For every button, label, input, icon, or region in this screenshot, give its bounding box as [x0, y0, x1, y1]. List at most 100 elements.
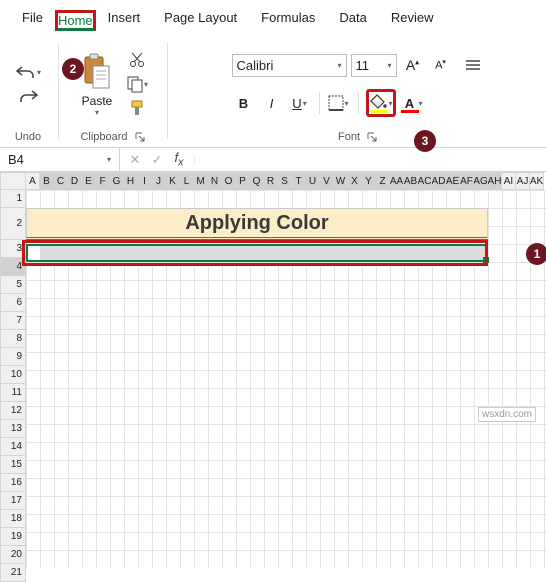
col-header[interactable]: B: [40, 172, 54, 190]
col-header[interactable]: F: [96, 172, 110, 190]
col-header[interactable]: J: [152, 172, 166, 190]
font-size-select[interactable]: 11▾: [351, 54, 397, 77]
col-header[interactable]: G: [110, 172, 124, 190]
bold-button[interactable]: B: [232, 89, 256, 117]
row-header[interactable]: 14: [0, 438, 26, 456]
ribbon: ▾ Undo Paste ▾: [0, 31, 546, 148]
spreadsheet-grid[interactable]: ABCDEFGHIJKLMNOPQRSTUVWXYZAAABACADAEAFAG…: [0, 172, 546, 582]
increase-font-button[interactable]: A▴: [401, 51, 425, 79]
row-header[interactable]: 7: [0, 312, 26, 330]
italic-button[interactable]: I: [260, 89, 284, 117]
row-header[interactable]: 1: [0, 190, 26, 208]
col-header[interactable]: Y: [362, 172, 376, 190]
underline-button[interactable]: U▾: [288, 89, 312, 117]
copy-button[interactable]: ▾: [123, 73, 151, 95]
col-header[interactable]: V: [320, 172, 334, 190]
col-header[interactable]: I: [138, 172, 152, 190]
col-header[interactable]: Q: [250, 172, 264, 190]
redo-button[interactable]: [14, 85, 42, 107]
col-header[interactable]: X: [348, 172, 362, 190]
formula-bar-row: B4▾ ✕ ✓ fx: [0, 148, 546, 172]
row-header[interactable]: 15: [0, 456, 26, 474]
menu-icon[interactable]: [461, 51, 485, 79]
row-header[interactable]: 10: [0, 366, 26, 384]
tab-review[interactable]: Review: [379, 4, 446, 31]
cut-button[interactable]: [123, 49, 151, 71]
row-header[interactable]: 9: [0, 348, 26, 366]
row-header[interactable]: 13: [0, 420, 26, 438]
cancel-formula-button: ✕: [126, 152, 144, 168]
col-header[interactable]: T: [292, 172, 306, 190]
col-header[interactable]: R: [264, 172, 278, 190]
col-header[interactable]: H: [124, 172, 138, 190]
row-header[interactable]: 19: [0, 528, 26, 546]
col-header[interactable]: S: [278, 172, 292, 190]
col-header[interactable]: U: [306, 172, 320, 190]
row-header[interactable]: 12: [0, 402, 26, 420]
borders-button[interactable]: ▾: [327, 89, 351, 117]
fill-color-button[interactable]: ▾: [366, 89, 396, 117]
col-header[interactable]: AJ: [516, 172, 530, 190]
row-header[interactable]: 11: [0, 384, 26, 402]
col-header[interactable]: AF: [460, 172, 474, 190]
enter-formula-button: ✓: [148, 152, 166, 168]
col-header[interactable]: AK: [530, 172, 544, 190]
col-header[interactable]: AH: [488, 172, 502, 190]
col-header[interactable]: N: [208, 172, 222, 190]
name-box[interactable]: B4▾: [0, 148, 120, 171]
col-header[interactable]: M: [194, 172, 208, 190]
col-header[interactable]: A: [26, 172, 40, 190]
row-header[interactable]: 6: [0, 294, 26, 312]
row-header[interactable]: 8: [0, 330, 26, 348]
tab-formulas[interactable]: Formulas: [249, 4, 327, 31]
annotation-badge-1: 1: [526, 243, 546, 265]
col-header[interactable]: AE: [446, 172, 460, 190]
menu-bar: File Home Insert Page Layout Formulas Da…: [0, 0, 546, 31]
paste-button[interactable]: Paste ▾: [75, 50, 119, 119]
font-name-select[interactable]: Calibri▾: [232, 54, 347, 77]
col-header[interactable]: AG: [474, 172, 488, 190]
col-header[interactable]: AI: [502, 172, 516, 190]
row-header[interactable]: 5: [0, 276, 26, 294]
col-header[interactable]: AC: [418, 172, 432, 190]
annotation-badge-3: 3: [414, 130, 436, 152]
col-header[interactable]: K: [166, 172, 180, 190]
format-painter-button[interactable]: [123, 97, 151, 119]
paint-bucket-icon: [369, 93, 389, 113]
watermark: wsxdn.com: [478, 407, 536, 422]
row-header[interactable]: 20: [0, 546, 26, 564]
col-header[interactable]: D: [68, 172, 82, 190]
col-header[interactable]: W: [334, 172, 348, 190]
tab-home[interactable]: Home: [55, 10, 96, 31]
col-header[interactable]: E: [82, 172, 96, 190]
tab-page-layout[interactable]: Page Layout: [152, 4, 249, 31]
row-header[interactable]: 2: [0, 208, 26, 240]
tab-file[interactable]: File: [10, 4, 55, 31]
col-header[interactable]: AA: [390, 172, 404, 190]
col-header[interactable]: Z: [376, 172, 390, 190]
title-cell[interactable]: Applying Color: [26, 208, 488, 240]
fx-button[interactable]: fx: [170, 150, 188, 169]
col-header[interactable]: C: [54, 172, 68, 190]
col-header[interactable]: AD: [432, 172, 446, 190]
dialog-launcher-icon[interactable]: [366, 131, 378, 143]
formula-bar[interactable]: [194, 156, 546, 164]
decrease-font-button[interactable]: A▾: [429, 51, 453, 79]
clipboard-group: Paste ▾ ▾ Clipboard: [71, 39, 155, 143]
border-icon: [328, 95, 344, 111]
row-header[interactable]: 18: [0, 510, 26, 528]
undo-button[interactable]: ▾: [14, 61, 42, 83]
font-color-button[interactable]: A▾: [400, 89, 424, 117]
tab-insert[interactable]: Insert: [96, 4, 153, 31]
scissors-icon: [128, 51, 146, 69]
col-header[interactable]: O: [222, 172, 236, 190]
col-header[interactable]: L: [180, 172, 194, 190]
select-all-corner[interactable]: [0, 172, 26, 190]
paste-icon: [81, 52, 113, 92]
dialog-launcher-icon[interactable]: [134, 131, 146, 143]
row-header[interactable]: 16: [0, 474, 26, 492]
col-header[interactable]: AB: [404, 172, 418, 190]
row-header[interactable]: 17: [0, 492, 26, 510]
tab-data[interactable]: Data: [327, 4, 378, 31]
col-header[interactable]: P: [236, 172, 250, 190]
